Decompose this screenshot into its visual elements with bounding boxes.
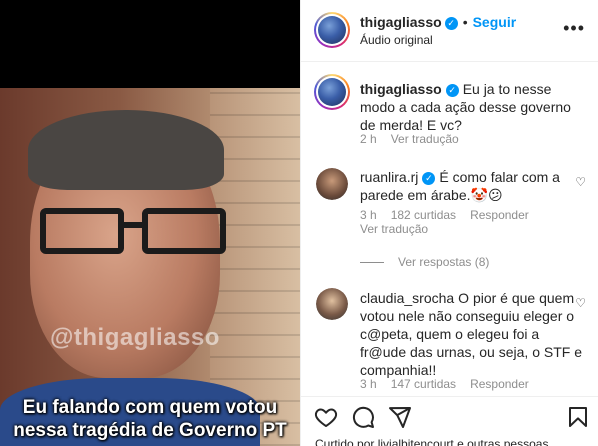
replies-divider <box>360 262 384 264</box>
view-replies-button[interactable]: Ver respostas (8) <box>360 255 489 269</box>
more-options-icon[interactable]: ••• <box>563 19 585 37</box>
post-caption: thigagliasso ✓ Eu ja to nesse modo a cada … <box>360 80 585 134</box>
follow-button[interactable]: Seguir <box>473 14 517 30</box>
comment-2-meta: 3 h 147 curtidas Responder <box>360 376 543 392</box>
reel-video[interactable]: @thigagliasso Eu falando com quem votou … <box>0 0 300 446</box>
comment-2-username[interactable]: claudia_srocha <box>360 290 454 306</box>
commenter-avatar[interactable] <box>316 288 348 320</box>
comment-2-heart-icon[interactable]: ♡ <box>575 296 586 310</box>
person-hair <box>28 110 224 190</box>
caption-avatar[interactable] <box>314 74 350 110</box>
verified-icon: ✓ <box>445 84 459 97</box>
separator-dot: • <box>462 14 468 30</box>
audio-link[interactable]: Áudio original <box>360 33 433 47</box>
comment-1-likes[interactable]: 182 curtidas <box>391 208 456 222</box>
bookmark-icon[interactable] <box>566 405 590 429</box>
comment-2-time[interactable]: 3 h <box>360 377 377 391</box>
caption-time[interactable]: 2 h <box>360 132 377 146</box>
comment-2: claudia_srocha O pior é que quem votou ne… <box>360 289 585 379</box>
post-sidebar: thigagliasso ✓ • Seguir Áudio original ••• … <box>300 0 598 446</box>
liked-by-text[interactable]: Curtido por livialbitencourt e outras pe… <box>315 437 548 446</box>
caption-username[interactable]: thigagliasso <box>360 81 442 97</box>
video-caption-line-1: Eu falando com quem votou <box>22 397 278 418</box>
comment-2-reply-button[interactable]: Responder <box>470 377 529 391</box>
commenter-avatar[interactable] <box>316 168 348 200</box>
author-username[interactable]: thigagliasso <box>360 14 442 30</box>
action-bar <box>301 396 598 432</box>
comment-1-username[interactable]: ruanlira.rj <box>360 169 418 185</box>
share-icon[interactable] <box>388 405 412 429</box>
header-title-row: thigagliasso ✓ • Seguir <box>360 14 516 32</box>
view-replies-label: Ver respostas (8) <box>398 255 490 269</box>
post-header: thigagliasso ✓ • Seguir Áudio original ••• <box>301 0 598 62</box>
person-glasses <box>40 208 230 256</box>
author-avatar[interactable] <box>314 12 350 48</box>
comment-2-likes[interactable]: 147 curtidas <box>391 377 456 391</box>
video-caption-line-2: nessa tragédia de Governo PT <box>13 420 287 441</box>
caption-meta: 2 h Ver tradução <box>360 131 473 147</box>
comment-icon[interactable] <box>351 405 375 429</box>
video-watermark: @thigagliasso <box>50 324 220 351</box>
video-frame: @thigagliasso <box>0 88 300 446</box>
comment-1: ruanlira.rj ✓ É como falar com a parede em… <box>360 168 585 204</box>
comment-1-reply-button[interactable]: Responder <box>470 208 529 222</box>
caption-translate-link[interactable]: Ver tradução <box>391 132 459 146</box>
comment-1-translate-link[interactable]: Ver tradução <box>360 221 428 237</box>
heart-icon[interactable] <box>314 405 338 429</box>
comment-1-time[interactable]: 3 h <box>360 208 377 222</box>
verified-icon: ✓ <box>444 17 458 30</box>
verified-icon: ✓ <box>422 172 436 185</box>
comment-1-heart-icon[interactable]: ♡ <box>575 175 586 189</box>
